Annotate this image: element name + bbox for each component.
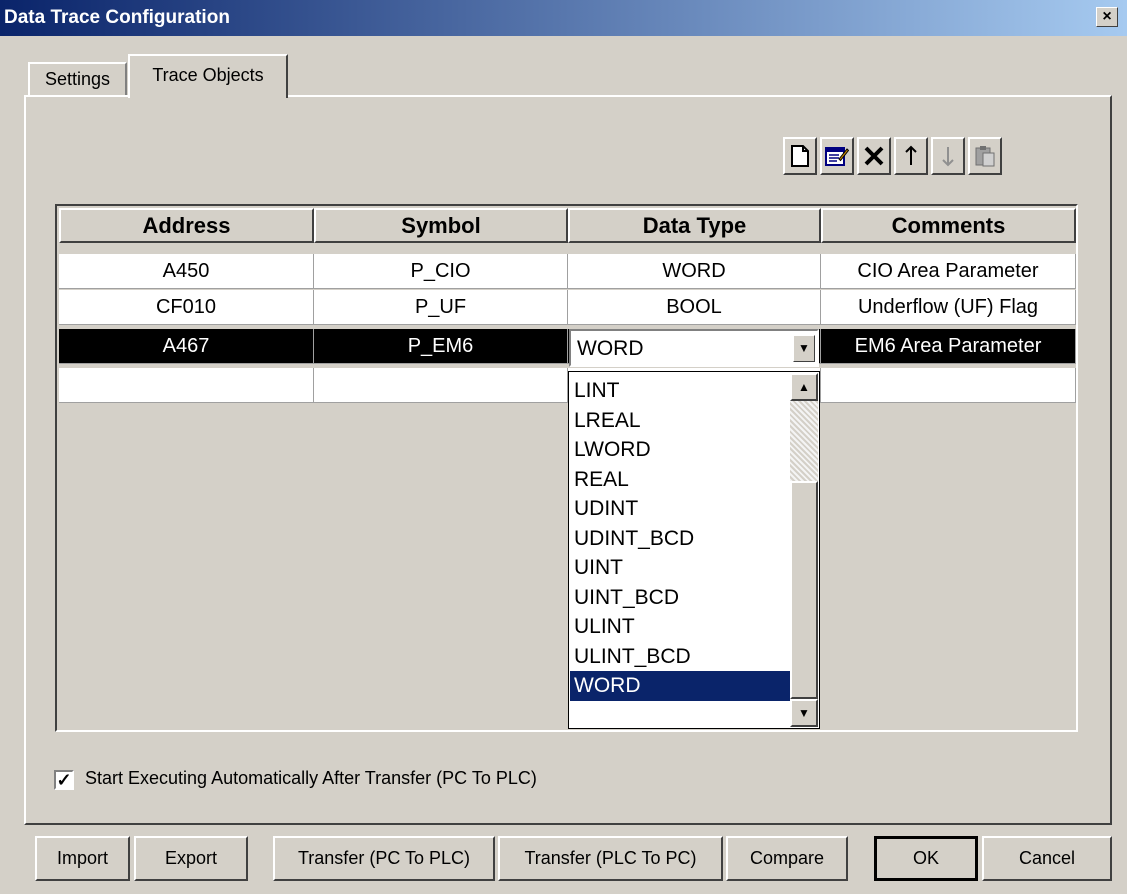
column-header-comments[interactable]: Comments: [821, 208, 1076, 243]
edit-row-button[interactable]: [820, 137, 854, 175]
cell-address[interactable]: A450: [59, 254, 314, 289]
table-row[interactable]: A450 P_CIO WORD CIO Area Parameter: [59, 254, 1076, 289]
data-type-combobox-value: WORD: [577, 337, 644, 360]
dropdown-option[interactable]: LREAL: [570, 406, 791, 436]
export-button[interactable]: Export: [134, 836, 248, 881]
column-header-data-type[interactable]: Data Type: [568, 208, 821, 243]
import-button[interactable]: Import: [35, 836, 130, 881]
dropdown-option[interactable]: REAL: [570, 465, 791, 495]
dropdown-arrow-button[interactable]: ▼: [793, 335, 815, 362]
transfer-plc-to-pc-button[interactable]: Transfer (PLC To PC): [498, 836, 723, 881]
grid-header-row: Address Symbol Data Type Comments: [59, 208, 1076, 243]
trace-objects-grid: Address Symbol Data Type Comments A450 P…: [55, 204, 1078, 732]
column-header-symbol[interactable]: Symbol: [314, 208, 568, 243]
move-up-icon: [905, 145, 917, 165]
close-button[interactable]: ×: [1096, 7, 1118, 27]
cell-symbol[interactable]: P_CIO: [314, 254, 568, 289]
cell-address[interactable]: A467: [59, 329, 314, 364]
table-row-selected[interactable]: A467 P_EM6 EM6 Area Parameter: [59, 329, 1076, 364]
dropdown-option[interactable]: UDINT: [570, 494, 791, 524]
dropdown-option[interactable]: LWORD: [570, 435, 791, 465]
cell-address[interactable]: CF010: [59, 290, 314, 325]
dropdown-option[interactable]: UINT_BCD: [570, 583, 791, 613]
delete-row-button[interactable]: [857, 137, 891, 175]
ok-button[interactable]: OK: [874, 836, 978, 881]
dropdown-option[interactable]: ULINT: [570, 612, 791, 642]
dropdown-option[interactable]: UINT: [570, 553, 791, 583]
dropdown-option[interactable]: UDINT_BCD: [570, 524, 791, 554]
chevron-down-icon: ▼: [798, 706, 810, 720]
new-row-button[interactable]: [783, 137, 817, 175]
move-down-icon: [942, 147, 954, 167]
move-up-button[interactable]: [894, 137, 928, 175]
data-type-dropdown-list[interactable]: LINT LREAL LWORD REAL UDINT UDINT_BCD UI…: [568, 371, 820, 729]
cell-data-type[interactable]: BOOL: [568, 290, 821, 325]
scroll-up-button[interactable]: ▲: [790, 373, 818, 401]
dropdown-options: LINT LREAL LWORD REAL UDINT UDINT_BCD UI…: [570, 376, 791, 701]
data-type-combobox[interactable]: WORD ▼: [569, 329, 819, 367]
cell-comments[interactable]: CIO Area Parameter: [821, 254, 1076, 289]
dropdown-option[interactable]: LINT: [570, 376, 791, 406]
move-down-button[interactable]: [931, 137, 965, 175]
chevron-down-icon: ▼: [798, 341, 810, 355]
cell-comments[interactable]: EM6 Area Parameter: [821, 329, 1076, 364]
cell-data-type[interactable]: WORD: [568, 254, 821, 289]
cell-symbol[interactable]: P_EM6: [314, 329, 568, 364]
checkmark-icon: ✓: [56, 770, 72, 790]
cell-symbol[interactable]: P_UF: [314, 290, 568, 325]
dropdown-option[interactable]: ULINT_BCD: [570, 642, 791, 672]
paste-button[interactable]: [968, 137, 1002, 175]
new-icon: [791, 145, 809, 167]
tab-trace-objects[interactable]: Trace Objects: [128, 54, 288, 98]
title-bar: Data Trace Configuration ×: [0, 0, 1127, 36]
cell-address[interactable]: [59, 368, 314, 403]
chevron-up-icon: ▲: [798, 380, 810, 394]
table-row[interactable]: CF010 P_UF BOOL Underflow (UF) Flag: [59, 290, 1076, 325]
cancel-button[interactable]: Cancel: [982, 836, 1112, 881]
window-title: Data Trace Configuration: [4, 7, 230, 28]
scroll-down-button[interactable]: ▼: [790, 699, 818, 727]
cell-symbol[interactable]: [314, 368, 568, 403]
paste-icon: [975, 146, 995, 167]
delete-icon: [864, 146, 884, 166]
compare-button[interactable]: Compare: [726, 836, 848, 881]
cell-comments[interactable]: [821, 368, 1076, 403]
auto-start-label: Start Executing Automatically After Tran…: [85, 768, 537, 788]
tab-settings[interactable]: Settings: [28, 62, 127, 96]
cell-comments[interactable]: Underflow (UF) Flag: [821, 290, 1076, 325]
dropdown-option-selected[interactable]: WORD: [570, 671, 791, 701]
edit-icon: [825, 147, 849, 166]
column-header-address[interactable]: Address: [59, 208, 314, 243]
scroll-thumb[interactable]: [790, 481, 818, 699]
dropdown-scrollbar[interactable]: ▲ ▼: [790, 373, 818, 727]
transfer-pc-to-plc-button[interactable]: Transfer (PC To PLC): [273, 836, 495, 881]
grid-toolbar: [783, 137, 1002, 177]
auto-start-checkbox[interactable]: ✓: [54, 770, 74, 790]
